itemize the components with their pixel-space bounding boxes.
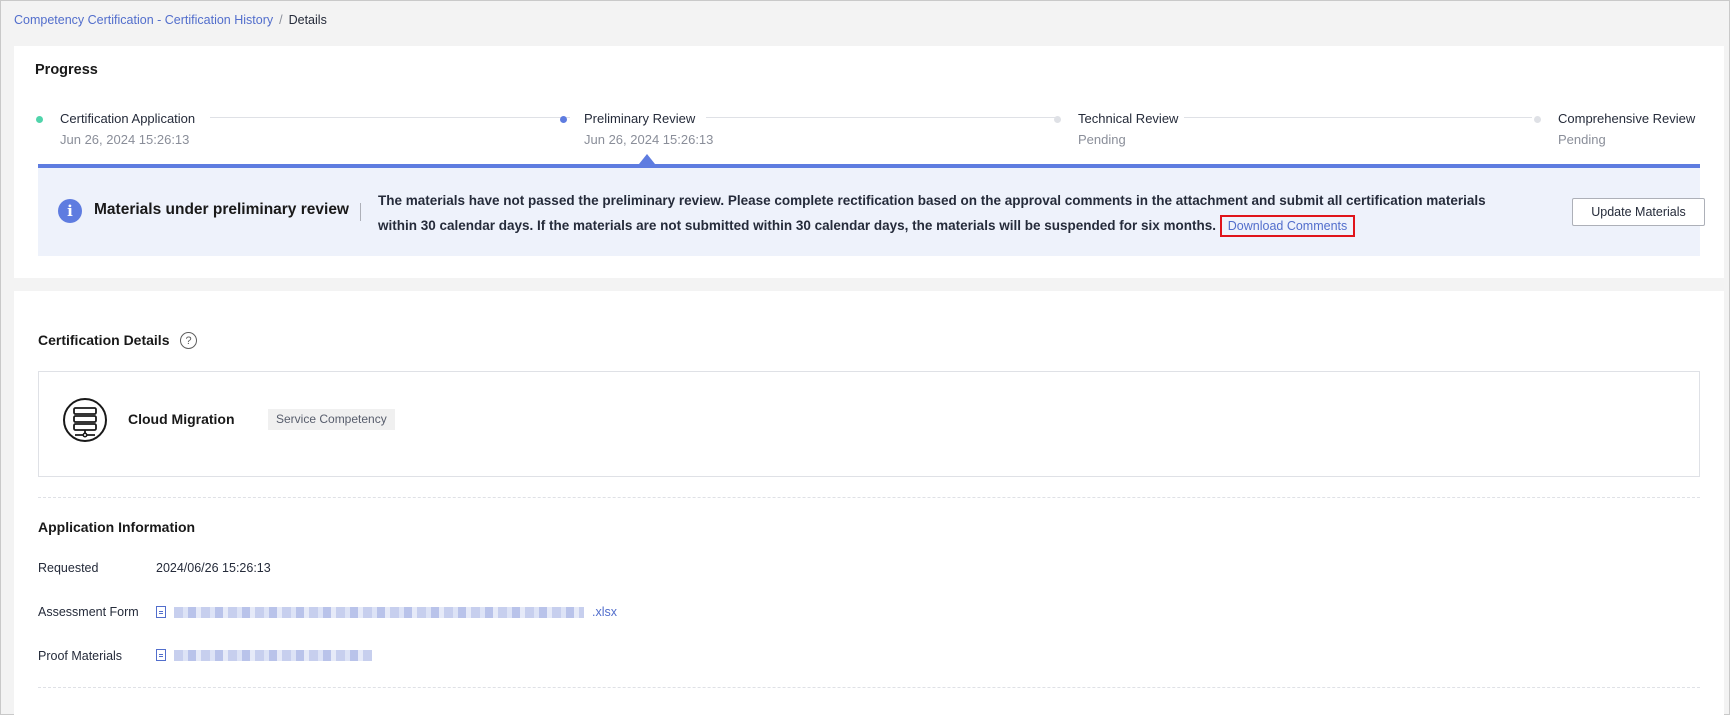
redacted-filename bbox=[174, 606, 584, 618]
help-icon[interactable]: ? bbox=[180, 332, 197, 349]
progress-title: Progress bbox=[35, 62, 98, 78]
requested-value: 2024/06/26 15:26:13 bbox=[156, 561, 271, 575]
assessment-form-value[interactable]: .xlsx bbox=[156, 605, 617, 619]
review-notice: i Materials under preliminary review The… bbox=[38, 164, 1705, 256]
step-current-dot bbox=[560, 116, 567, 123]
breadcrumb-separator: / bbox=[279, 13, 283, 27]
assessment-form-label: Assessment Form bbox=[38, 605, 139, 619]
assessment-form-extension[interactable]: .xlsx bbox=[592, 605, 617, 619]
step-timestamp: Jun 26, 2024 15:26:13 bbox=[584, 132, 714, 147]
step-title: Comprehensive Review bbox=[1558, 111, 1696, 126]
file-icon bbox=[156, 606, 166, 618]
current-step-caret bbox=[639, 154, 655, 164]
file-icon bbox=[156, 649, 166, 661]
step-title: Preliminary Review bbox=[584, 111, 696, 126]
step-connector bbox=[1184, 117, 1532, 118]
divider bbox=[38, 497, 1700, 498]
competency-name: Cloud Migration bbox=[128, 411, 235, 427]
notice-message: The materials have not passed the prelim… bbox=[378, 188, 1508, 239]
step-done-dot bbox=[36, 116, 43, 123]
divider bbox=[360, 203, 361, 221]
details-card: Certification Details ? Cloud Migration … bbox=[14, 291, 1724, 715]
proof-materials-label: Proof Materials bbox=[38, 649, 123, 663]
step-connector bbox=[210, 117, 570, 118]
step-timestamp: Jun 26, 2024 15:26:13 bbox=[60, 132, 190, 147]
application-info-title: Application Information bbox=[38, 519, 196, 535]
step-title: Certification Application bbox=[60, 111, 196, 126]
redacted-filename bbox=[174, 649, 372, 661]
step-status: Pending bbox=[1558, 132, 1606, 147]
step-status: Pending bbox=[1078, 132, 1126, 147]
breadcrumb-current: Details bbox=[288, 13, 327, 27]
info-icon: i bbox=[58, 199, 82, 223]
step-title: Technical Review bbox=[1078, 111, 1179, 126]
certification-details-title: Certification Details bbox=[38, 332, 170, 348]
server-migration-icon bbox=[63, 398, 107, 442]
competency-tag: Service Competency bbox=[268, 409, 395, 430]
divider bbox=[38, 687, 1700, 688]
download-comments-link[interactable]: Download Comments bbox=[1219, 215, 1356, 237]
breadcrumb: Competency Certification - Certification… bbox=[14, 13, 327, 27]
step-pending-dot bbox=[1534, 116, 1541, 123]
breadcrumb-parent-link[interactable]: Competency Certification - Certification… bbox=[14, 13, 273, 27]
progress-card: Progress Certification Application Jun 2… bbox=[14, 46, 1724, 278]
notice-title: Materials under preliminary review bbox=[94, 201, 349, 218]
proof-materials-value[interactable] bbox=[156, 649, 372, 661]
step-pending-dot bbox=[1054, 116, 1061, 123]
requested-label: Requested bbox=[38, 561, 99, 575]
update-materials-button[interactable]: Update Materials bbox=[1572, 198, 1705, 226]
competency-card: Cloud Migration Service Competency bbox=[38, 371, 1700, 477]
step-connector bbox=[706, 117, 1059, 118]
